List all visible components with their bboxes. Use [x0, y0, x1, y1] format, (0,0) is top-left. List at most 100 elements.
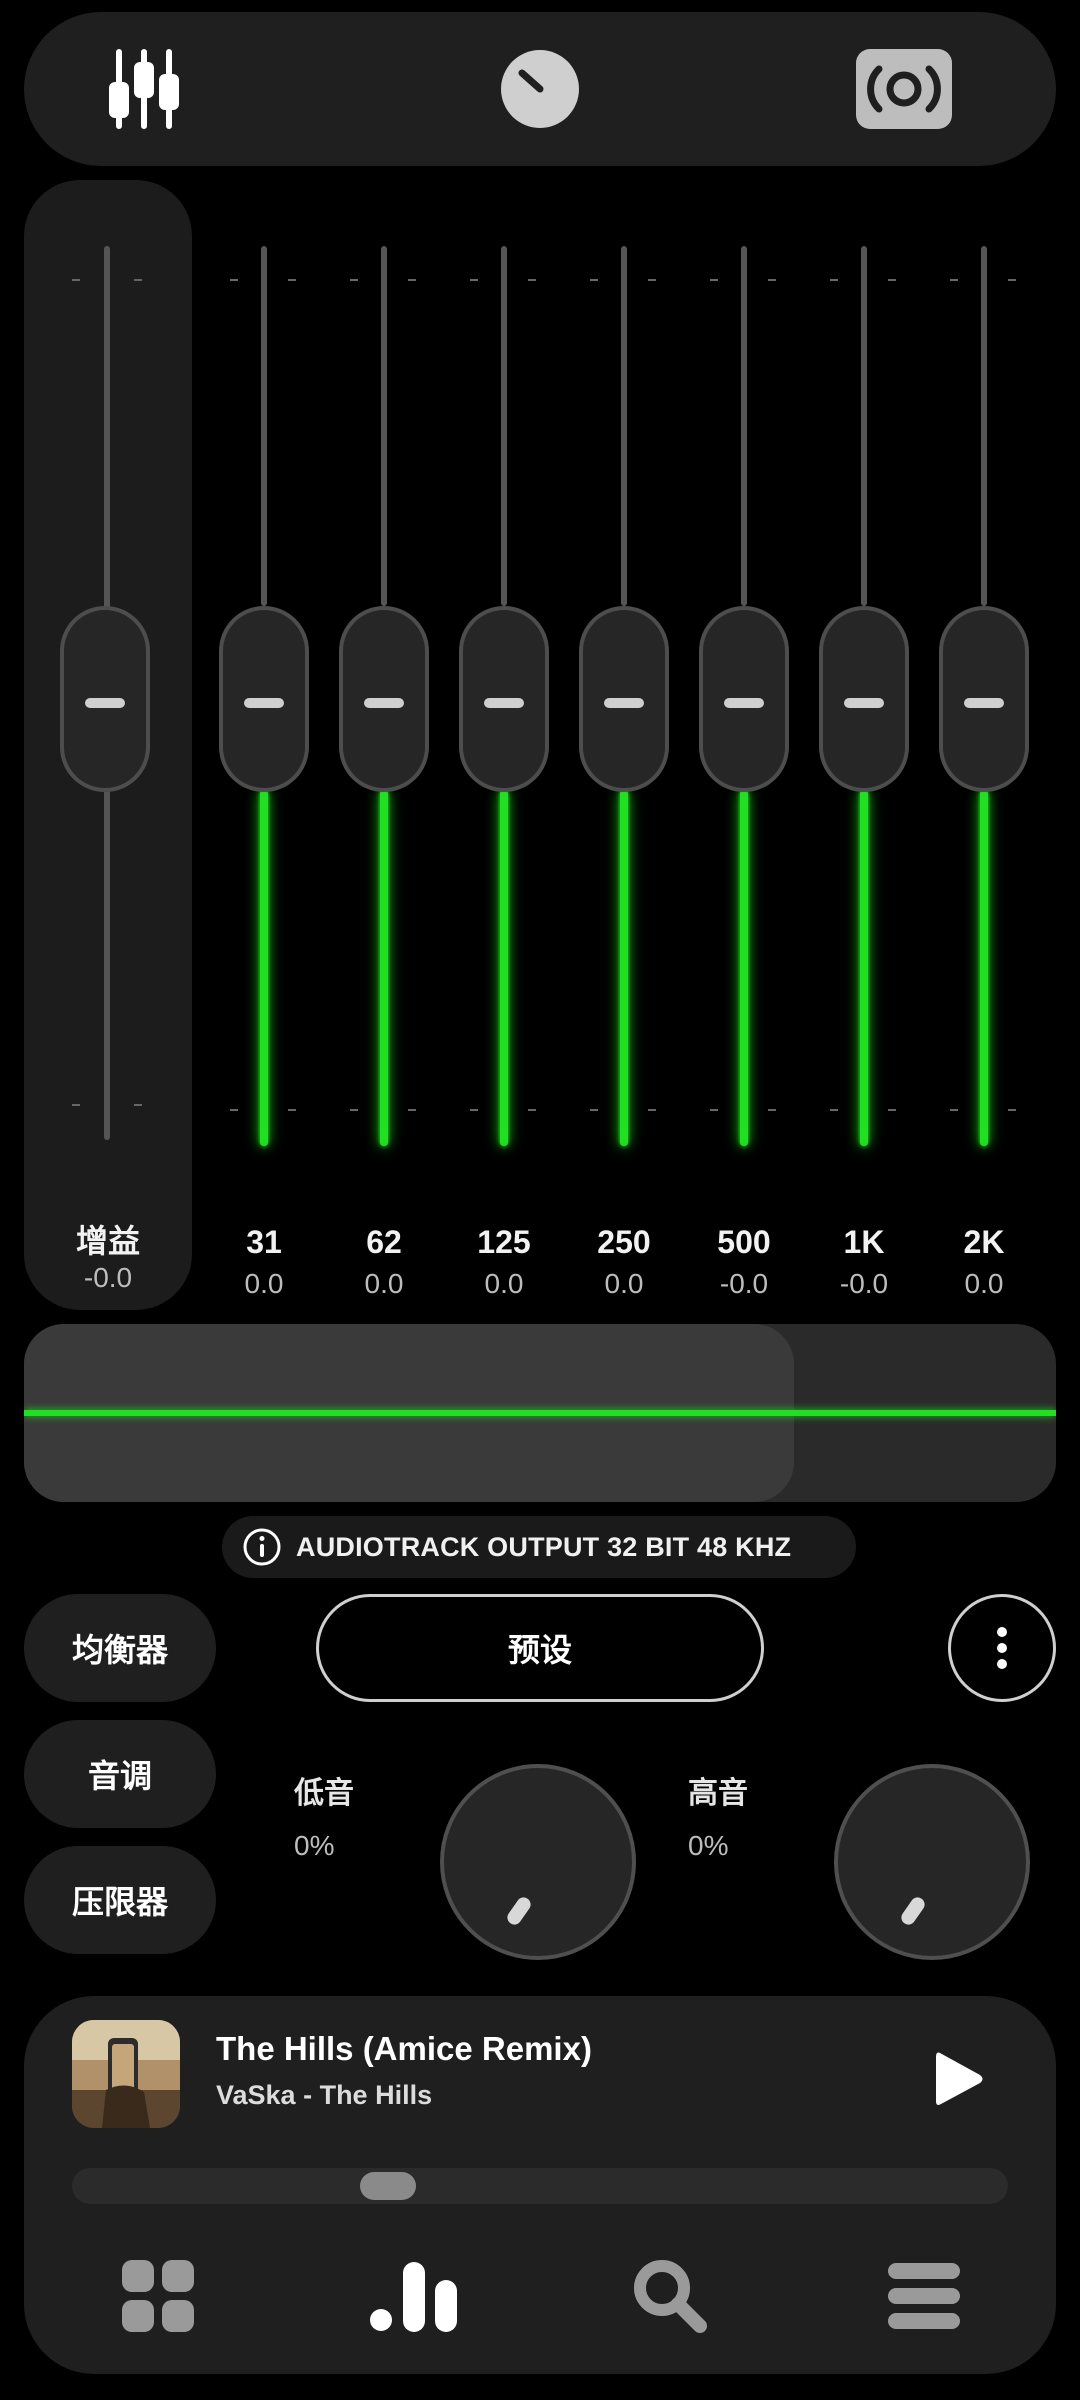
treble-label: 高音: [688, 1777, 748, 1810]
tick: [408, 1109, 416, 1111]
gain-label: 增益: [75, 1223, 140, 1259]
eq-band-level: [620, 790, 628, 1146]
eq-band-value: -0.0: [719, 1268, 769, 1299]
tick: [134, 279, 142, 281]
eq-band-track: [981, 246, 987, 606]
eq-band-level: [380, 790, 388, 1146]
tick: [350, 279, 358, 281]
tick: [590, 279, 598, 281]
tick: [230, 1109, 238, 1111]
album-art-image: [72, 2020, 180, 2128]
eq-band-frequency: 250: [597, 1224, 651, 1260]
eq-band-value: 0.0: [364, 1268, 404, 1299]
eq-band-level: [500, 790, 508, 1146]
eq-band-level: [980, 790, 988, 1146]
bass-knob-indicator: [504, 1894, 534, 1928]
eq-band-frequency: 125: [477, 1224, 531, 1260]
waveform-display: [24, 1324, 1056, 1502]
tick: [768, 1109, 776, 1111]
eq-band-level: [860, 790, 868, 1146]
tick: [950, 1109, 958, 1111]
tick: [590, 1109, 598, 1111]
tick: [830, 279, 838, 281]
equalizer-mode-button[interactable]: 均衡器: [24, 1594, 216, 1702]
output-info-text: AUDIOTRACK OUTPUT 32 BIT 48 KHZ: [296, 1531, 792, 1562]
nav-search[interactable]: [590, 2236, 750, 2356]
now-playing-panel: The Hills (Amice Remix) VaSka - The Hill…: [24, 1996, 1056, 2374]
tick: [888, 279, 896, 281]
eq-band-frequency: 62: [366, 1224, 402, 1260]
track-artist: VaSka - The Hills: [216, 2080, 433, 2110]
playback-progress-bar[interactable]: [72, 2168, 1008, 2204]
track-title: The Hills (Amice Remix): [216, 2030, 592, 2067]
tick: [528, 279, 536, 281]
eq-band-handle[interactable]: [459, 606, 549, 792]
waveform-line: [24, 1410, 1056, 1416]
eq-band-frequency: 500: [717, 1224, 771, 1260]
tick: [768, 279, 776, 281]
treble-knob[interactable]: [834, 1764, 1030, 1960]
tick: [288, 279, 296, 281]
eq-band-handle[interactable]: [219, 606, 309, 792]
tick: [1008, 1109, 1016, 1111]
tick: [408, 279, 416, 281]
eq-band-track: [261, 246, 267, 606]
tick: [648, 279, 656, 281]
tick: [1008, 279, 1016, 281]
tone-mode-button[interactable]: 音调: [24, 1720, 216, 1828]
tick: [72, 279, 80, 281]
eq-band-handle[interactable]: [699, 606, 789, 792]
eq-band-value: 0.0: [484, 1268, 524, 1299]
eq-band-handle[interactable]: [579, 606, 669, 792]
play-button[interactable]: [924, 2044, 994, 2114]
gain-slider-handle[interactable]: [60, 606, 150, 792]
tick: [830, 1109, 838, 1111]
tick: [648, 1109, 656, 1111]
info-icon: [243, 1528, 281, 1566]
eq-band-track: [381, 246, 387, 606]
progress-thumb[interactable]: [360, 2172, 416, 2200]
eq-band-value: 0.0: [964, 1268, 1004, 1299]
eq-band-handle[interactable]: [939, 606, 1029, 792]
tick: [528, 1109, 536, 1111]
eq-band-track: [501, 246, 507, 606]
output-info-pill[interactable]: AUDIOTRACK OUTPUT 32 BIT 48 KHZ: [222, 1516, 856, 1578]
gain-value: -0.0: [83, 1262, 133, 1293]
equalizer-sliders: 增益 -0.0 31 0.0 62 0.0 125 0.0 250 0.0 500 -0.0 1K -…: [0, 0, 1080, 1320]
eq-band-value: -0.0: [839, 1268, 889, 1299]
nav-menu[interactable]: [844, 2236, 1004, 2356]
tick: [710, 279, 718, 281]
eq-band-handle[interactable]: [819, 606, 909, 792]
tick: [950, 279, 958, 281]
eq-band-level: [740, 790, 748, 1146]
eq-band-value: 0.0: [244, 1268, 284, 1299]
more-options-button[interactable]: [948, 1594, 1056, 1702]
bars-icon: [370, 2262, 457, 2332]
bass-knob[interactable]: [440, 1764, 636, 1960]
limiter-mode-button[interactable]: 压限器: [24, 1846, 216, 1954]
eq-band-track: [621, 246, 627, 606]
tick: [470, 1109, 478, 1111]
bass-value: 0%: [294, 1830, 335, 1861]
album-cover[interactable]: [72, 2020, 180, 2128]
tick: [72, 1104, 80, 1106]
treble-knob-indicator: [898, 1894, 928, 1928]
eq-band-frequency: 31: [246, 1224, 282, 1260]
eq-band-value: 0.0: [604, 1268, 644, 1299]
eq-band-frequency: 2K: [963, 1224, 1005, 1260]
nav-library[interactable]: [78, 2236, 238, 2356]
eq-band-track: [861, 246, 867, 606]
tick: [710, 1109, 718, 1111]
search-icon: [634, 2260, 707, 2333]
tick: [470, 279, 478, 281]
play-icon: [936, 2052, 983, 2105]
eq-band-handle[interactable]: [339, 606, 429, 792]
eq-band-level: [260, 790, 268, 1146]
nav-equalizer[interactable]: [334, 2236, 494, 2356]
preset-button[interactable]: 预设: [316, 1594, 764, 1702]
tick: [888, 1109, 896, 1111]
grid-icon: [122, 2260, 194, 2332]
more-vertical-icon: [997, 1627, 1007, 1669]
treble-value: 0%: [688, 1830, 729, 1861]
menu-icon: [888, 2263, 960, 2329]
